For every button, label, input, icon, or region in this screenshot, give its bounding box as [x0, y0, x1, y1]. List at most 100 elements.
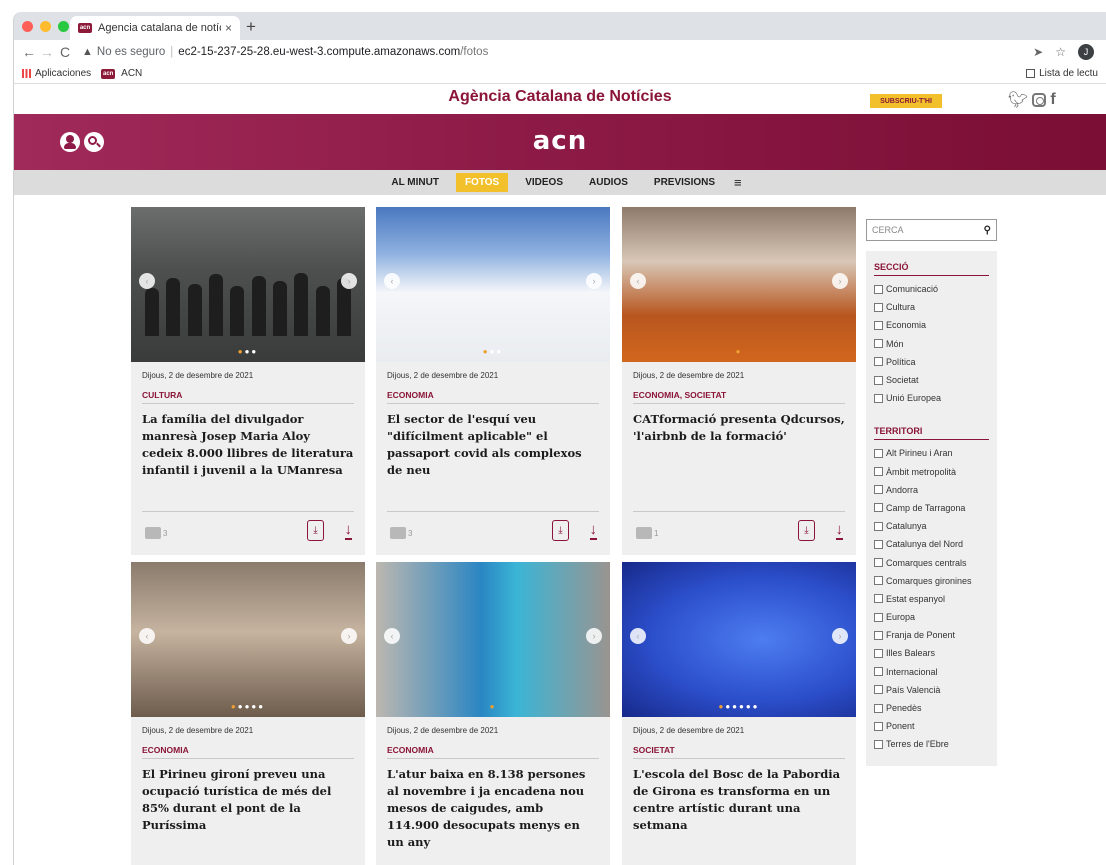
checkbox[interactable] — [874, 357, 883, 367]
bookmark-apps[interactable]: Aplicaciones — [22, 68, 91, 79]
card-photo[interactable]: ‹ › ● — [622, 207, 856, 362]
prev-photo-icon[interactable]: ‹ — [384, 628, 400, 644]
checkbox[interactable] — [874, 739, 883, 749]
territory-filter-item[interactable]: Comarques gironines — [874, 572, 989, 590]
checkbox[interactable] — [874, 320, 883, 330]
card-category[interactable]: CULTURA — [142, 390, 354, 404]
checkbox[interactable] — [874, 375, 883, 385]
section-filter-item[interactable]: Món — [874, 335, 989, 353]
facebook-icon[interactable]: f — [1050, 91, 1055, 109]
twitter-icon[interactable]: 🐦︎ — [1008, 90, 1028, 110]
menu-item-audios[interactable]: AUDIOS — [580, 173, 637, 192]
search-icon[interactable]: ⚲ — [984, 225, 991, 236]
checkbox[interactable] — [874, 393, 883, 403]
territory-filter-item[interactable]: Illes Balears — [874, 644, 989, 662]
card-photo[interactable]: ‹ › ●●● — [376, 207, 610, 362]
download-icon[interactable]: ↓ — [344, 521, 352, 540]
territory-filter-item[interactable]: Catalunya — [874, 517, 989, 535]
territory-filter-item[interactable]: Franja de Ponent — [874, 626, 989, 644]
prev-photo-icon[interactable]: ‹ — [139, 273, 155, 289]
checkbox[interactable] — [874, 339, 883, 349]
checkbox[interactable] — [874, 576, 883, 586]
next-photo-icon[interactable]: › — [341, 273, 357, 289]
territory-filter-item[interactable]: Europa — [874, 608, 989, 626]
card-category[interactable]: ECONOMIA, SOCIETAT — [633, 390, 845, 404]
checkbox[interactable] — [874, 539, 883, 549]
section-filter-item[interactable]: Economia — [874, 316, 989, 334]
checkbox[interactable] — [874, 558, 883, 568]
card-photo[interactable]: ‹ › ●●●●● — [131, 562, 365, 717]
photo-card[interactable]: ‹ › ●●●●●● Dijous, 2 de desembre de 2021… — [622, 562, 856, 865]
download-file-icon[interactable]: ⤓ — [552, 520, 569, 541]
card-photo[interactable]: ‹ › ●●●●●● — [622, 562, 856, 717]
checkbox[interactable] — [874, 630, 883, 640]
territory-filter-item[interactable]: Ponent — [874, 717, 989, 735]
card-title[interactable]: La família del divulgador manresà Josep … — [131, 404, 365, 512]
menu-item-fotos[interactable]: FOTOS — [455, 173, 509, 192]
checkbox[interactable] — [874, 685, 883, 695]
reload-icon[interactable]: C — [56, 44, 74, 60]
card-title[interactable]: L'atur baixa en 8.138 persones al novemb… — [376, 759, 610, 865]
photo-card[interactable]: ‹ › ●●●●● Dijous, 2 de desembre de 2021 … — [131, 562, 365, 865]
card-title[interactable]: El Pirineu gironí preveu una ocupació tu… — [131, 759, 365, 865]
minimize-window-button[interactable] — [40, 21, 51, 32]
photo-card[interactable]: ‹ › ● Dijous, 2 de desembre de 2021 ECON… — [376, 562, 610, 865]
checkbox[interactable] — [874, 284, 883, 294]
send-icon[interactable]: ➤ — [1033, 45, 1043, 59]
download-icon[interactable]: ↓ — [835, 521, 843, 540]
checkbox[interactable] — [874, 648, 883, 658]
back-icon[interactable]: ← — [20, 44, 38, 60]
territory-filter-item[interactable]: Penedès — [874, 699, 989, 717]
url-field[interactable]: ▲ No es seguro | ec2-15-237-25-28.eu-wes… — [82, 46, 1033, 58]
territory-filter-item[interactable]: Catalunya del Nord — [874, 535, 989, 553]
site-name[interactable]: Agència Catalana de Notícies — [14, 88, 1106, 106]
bookmark-acn[interactable]: acn ACN — [101, 68, 142, 79]
photo-card[interactable]: ‹ › ● Dijous, 2 de desembre de 2021 ECON… — [622, 207, 856, 555]
new-tab-button[interactable]: + — [246, 17, 256, 37]
photo-card[interactable]: ‹ › ●●● Dijous, 2 de desembre de 2021 CU… — [131, 207, 365, 555]
acn-logo[interactable]: acn — [14, 126, 1106, 156]
checkbox[interactable] — [874, 467, 883, 477]
prev-photo-icon[interactable]: ‹ — [384, 273, 400, 289]
section-filter-item[interactable]: Comunicació — [874, 280, 989, 298]
checkbox[interactable] — [874, 594, 883, 604]
download-file-icon[interactable]: ⤓ — [798, 520, 815, 541]
card-photo[interactable]: ‹ › ●●● — [131, 207, 365, 362]
checkbox[interactable] — [874, 448, 883, 458]
bookmark-star-icon[interactable]: ☆ — [1055, 45, 1066, 59]
section-filter-item[interactable]: Política — [874, 353, 989, 371]
checkbox[interactable] — [874, 485, 883, 495]
card-category[interactable]: ECONOMIA — [142, 745, 354, 759]
next-photo-icon[interactable]: › — [586, 628, 602, 644]
section-filter-item[interactable]: Unió Europea — [874, 389, 989, 407]
photo-card[interactable]: ‹ › ●●● Dijous, 2 de desembre de 2021 EC… — [376, 207, 610, 555]
menu-item-al-minut[interactable]: AL MINUT — [382, 173, 448, 192]
forward-icon[interactable]: → — [38, 44, 56, 60]
browser-tab[interactable]: acn Agencia catalana de notícies × — [70, 16, 240, 40]
checkbox[interactable] — [874, 521, 883, 531]
next-photo-icon[interactable]: › — [832, 628, 848, 644]
checkbox[interactable] — [874, 667, 883, 677]
card-category[interactable]: ECONOMIA — [387, 745, 599, 759]
close-window-button[interactable] — [22, 21, 33, 32]
subscribe-button[interactable]: SUBSCRIU-T'HI — [870, 94, 942, 108]
prev-photo-icon[interactable]: ‹ — [139, 628, 155, 644]
menu-hamburger-icon[interactable]: ≡ — [734, 175, 742, 190]
card-photo[interactable]: ‹ › ● — [376, 562, 610, 717]
card-title[interactable]: L'escola del Bosc de la Pabordia de Giro… — [622, 759, 856, 865]
profile-avatar[interactable]: J — [1078, 44, 1094, 60]
prev-photo-icon[interactable]: ‹ — [630, 628, 646, 644]
instagram-icon[interactable] — [1032, 93, 1047, 107]
download-file-icon[interactable]: ⤓ — [307, 520, 324, 541]
section-filter-item[interactable]: Cultura — [874, 298, 989, 316]
prev-photo-icon[interactable]: ‹ — [630, 273, 646, 289]
territory-filter-item[interactable]: Camp de Tarragona — [874, 499, 989, 517]
menu-item-previsions[interactable]: PREVISIONS — [645, 173, 724, 192]
territory-filter-item[interactable]: País Valencià — [874, 681, 989, 699]
menu-item-videos[interactable]: VIDEOS — [516, 173, 572, 192]
next-photo-icon[interactable]: › — [832, 273, 848, 289]
territory-filter-item[interactable]: Estat espanyol — [874, 590, 989, 608]
card-title[interactable]: El sector de l'esquí veu "difícilment ap… — [376, 404, 610, 512]
next-photo-icon[interactable]: › — [341, 628, 357, 644]
territory-filter-item[interactable]: Comarques centrals — [874, 553, 989, 571]
